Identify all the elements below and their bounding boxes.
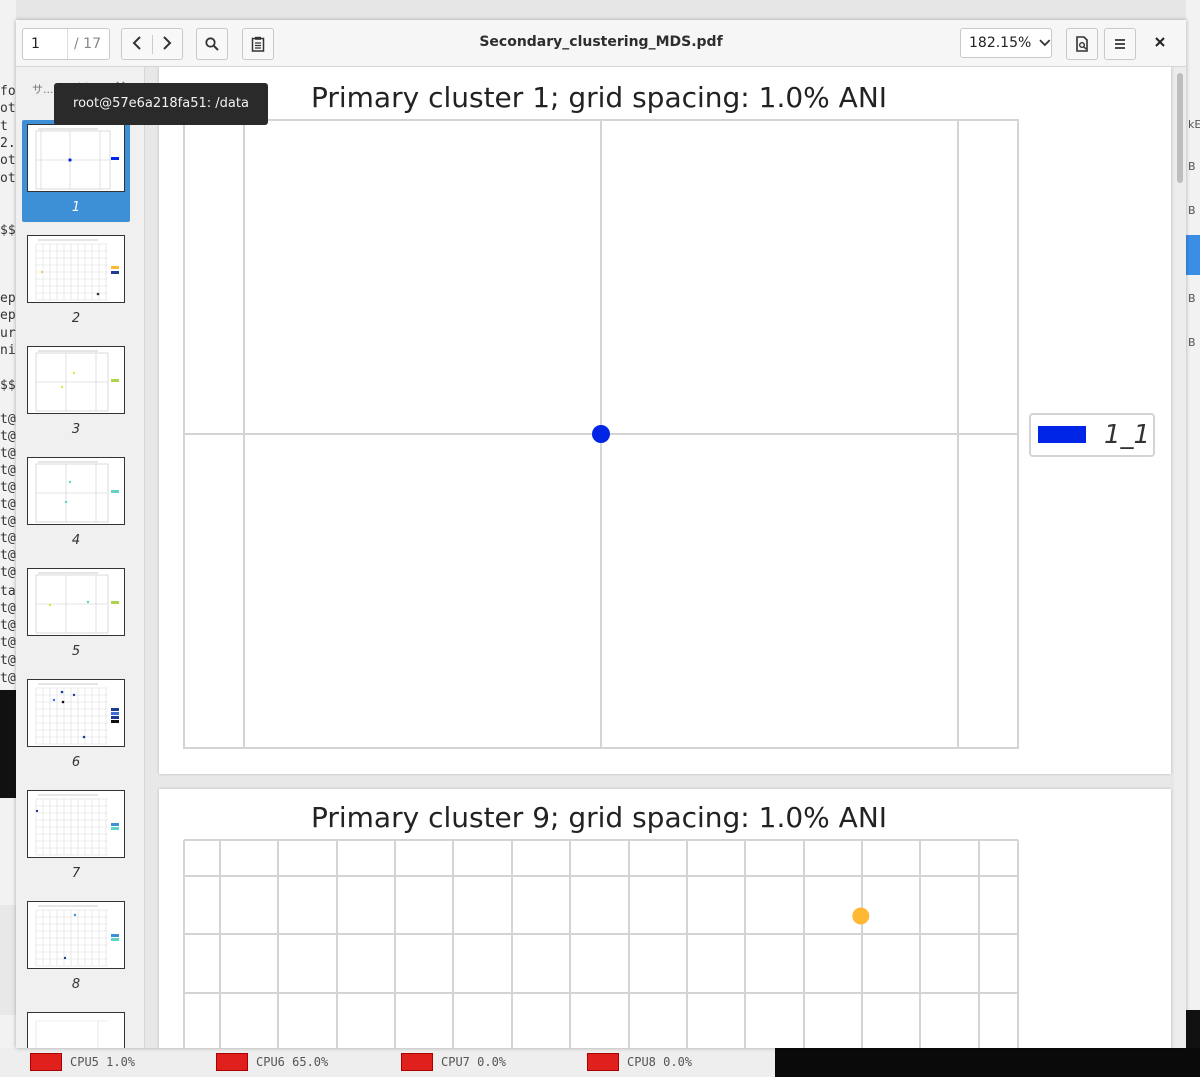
thumbnail-page-9[interactable] xyxy=(22,1008,130,1048)
clipboard-icon xyxy=(251,36,265,52)
thumbnail-image xyxy=(27,124,125,192)
search-icon xyxy=(205,37,219,51)
zoom-select[interactable]: 182.15% xyxy=(960,28,1052,58)
thumbnail-image xyxy=(27,568,125,636)
pdf-page-1: Primary cluster 1; grid spacing: 1.0% AN… xyxy=(159,67,1171,774)
thumbnail-page-8[interactable]: 8 xyxy=(22,897,130,999)
close-icon xyxy=(1155,37,1165,47)
zoom-value: 182.15% xyxy=(969,35,1032,51)
thumbnail-number: 2 xyxy=(71,311,81,326)
background-window-right: kE B B B B xyxy=(1186,0,1200,1077)
hamburger-menu-icon xyxy=(1115,39,1125,49)
page-navigator: 1 / 17 xyxy=(22,28,110,60)
thumbnail-page-6[interactable]: 6 xyxy=(22,675,130,777)
chevron-right-icon xyxy=(163,35,172,50)
document-view[interactable]: Primary cluster 1; grid spacing: 1.0% AN… xyxy=(145,67,1186,1048)
page-number-input[interactable]: 1 xyxy=(23,36,67,52)
legend-swatch xyxy=(1038,426,1086,443)
thumbnail-image xyxy=(27,790,125,858)
page-total: / 17 xyxy=(67,29,101,59)
thumbnail-image xyxy=(27,1012,125,1048)
thumbnail-page-4[interactable]: 4 xyxy=(22,453,130,555)
thumbnail-page-7[interactable]: 7 xyxy=(22,786,130,888)
close-button[interactable] xyxy=(1154,32,1166,53)
annotations-button[interactable] xyxy=(242,28,274,60)
thumbnail-number: 8 xyxy=(71,977,81,992)
document-scrollbar[interactable] xyxy=(1174,67,1186,1048)
toolbar: 1 / 17 Secondary_clustering_MDS.pdf 182.… xyxy=(16,20,1186,67)
thumbnail-number: 6 xyxy=(71,755,81,770)
chevron-down-icon xyxy=(1039,39,1051,47)
terminal-tooltip: root@57e6a218fa51: /data xyxy=(54,83,268,125)
pdf-page-2: Primary cluster 9; grid spacing: 1.0% AN… xyxy=(159,789,1171,1048)
thumbnail-sidebar: サ... 1 2 3 4 5 6 7 8 xyxy=(16,67,145,1048)
sidebar-mode-label[interactable]: サ... xyxy=(32,81,54,97)
thumbnail-image xyxy=(27,679,125,747)
thumbnail-page-3[interactable]: 3 xyxy=(22,342,130,444)
thumbnail-number: 3 xyxy=(71,422,81,437)
background-terminal: fo ot t 2. ot ot $$ ep ep ur ni $$ t@ t@… xyxy=(0,0,16,1077)
menu-button[interactable] xyxy=(1104,28,1136,60)
page-nav-buttons xyxy=(121,28,183,60)
data-point xyxy=(592,425,610,443)
scatter-chart-2 xyxy=(183,839,1019,1048)
thumbnail-image xyxy=(27,901,125,969)
thumbnail-page-2[interactable]: 2 xyxy=(22,231,130,333)
thumbnail-page-1[interactable]: 1 xyxy=(22,120,130,222)
search-button[interactable] xyxy=(196,28,228,60)
scatter-chart-1: 1_1 xyxy=(183,119,1155,749)
thumbnail-image xyxy=(27,235,125,303)
document-properties-button[interactable] xyxy=(1066,28,1098,60)
thumbnail-number: 1 xyxy=(71,200,81,215)
document-search-icon xyxy=(1076,36,1088,52)
thumbnail-image xyxy=(27,457,125,525)
data-point xyxy=(852,907,870,925)
document-title: Secondary_clustering_MDS.pdf xyxy=(479,34,723,50)
pdf-viewer-window: 1 / 17 Secondary_clustering_MDS.pdf 182.… xyxy=(16,20,1186,1048)
legend-label: 1_1 xyxy=(1104,420,1150,450)
background-cpu-monitor: CPU5 1.0% CPU6 65.0% CPU7 0.0% CPU8 0.0% xyxy=(0,1048,1200,1077)
scrollbar-thumb[interactable] xyxy=(1177,73,1183,183)
thumbnail-number: 7 xyxy=(71,866,81,881)
chevron-left-icon xyxy=(132,35,141,50)
next-page-button[interactable] xyxy=(153,35,183,54)
thumbnail-number: 4 xyxy=(71,533,81,548)
thumbnail-page-5[interactable]: 5 xyxy=(22,564,130,666)
thumbnail-number: 5 xyxy=(71,644,81,659)
thumbnail-image xyxy=(27,346,125,414)
previous-page-button[interactable] xyxy=(122,34,153,54)
